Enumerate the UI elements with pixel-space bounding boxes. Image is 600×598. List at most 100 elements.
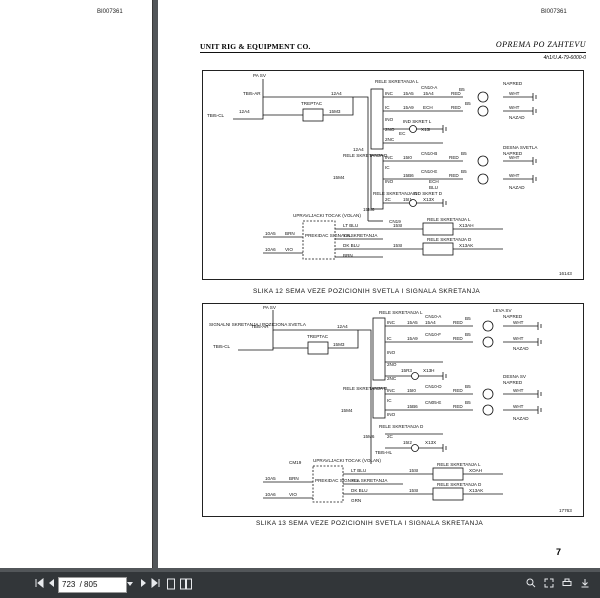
lbl-rele-l: RELE SKRETANJA L [375, 79, 419, 84]
lbl2-10a6: 10A6 [265, 492, 276, 497]
lbl2-wht3: WHT [513, 388, 524, 393]
lbl2-leva-sv: LEVA SV [493, 308, 512, 313]
lbl-15si: 15SI [393, 223, 402, 228]
lbl2-tbi5-hl: TBI5-HL [375, 450, 393, 455]
lbl-brn2: BRN [285, 231, 295, 236]
lbl-red3: RED [449, 155, 459, 160]
lbl2-rele-d: RELE SKRETANJA D [343, 386, 388, 391]
lbl-ic2: IC [385, 165, 390, 170]
lbl2-15a5: 15A5 [407, 320, 418, 325]
lbl-treptac: TREPTAC [301, 101, 323, 106]
lbl2-10a5: 10A5 [265, 476, 276, 481]
lbl-prekidac: PREKIDAC SIGNALA SKRETANJA [305, 233, 378, 238]
lbl-ic: IC [385, 105, 390, 110]
lbl2-pa-sv: PA SV [263, 305, 277, 310]
lbl2-inc2: INC [387, 388, 396, 393]
lbl-nazad: NAZAD [509, 115, 525, 120]
lbl-ind-skret-d: IND SKRET D [413, 191, 443, 196]
lbl2-ino2: INO [387, 412, 396, 417]
lbl-15i1: 15I1 [403, 197, 412, 202]
lbl-ind-skret-l: IND SKRET L [403, 119, 432, 124]
figure2-caption: SLIKA 13 SEMA VEZE POZICIONIH SVETLA I S… [256, 520, 484, 527]
lbl-b5d: B5 [461, 169, 467, 174]
lbl2-tbi5-ar: TBI5-AR [251, 324, 269, 329]
lbl2-rele-skr-d: RELE SKRETANJA D [437, 482, 482, 487]
lbl2-dk-blu: DK BLU [351, 488, 368, 493]
left-page: BI007361 [0, 0, 153, 568]
lbl2-15m3: 15M3 [333, 342, 345, 347]
lbl-red4: RED [449, 173, 459, 178]
lbl2-cn10-d: CN10-D [425, 384, 442, 389]
lbl-15m3: 15M3 [329, 109, 341, 114]
lbl-15m4: 15M4 [333, 175, 345, 180]
wiring-diagram-2-svg: PA SV SIGNALNI SKRETANJA I POZICIONA SVE… [209, 305, 572, 513]
lbl2-xoah: XOAH [469, 468, 482, 473]
lbl2-nazad2: NAZAD [513, 416, 529, 421]
lbl2-tbi5-cl: TBI5-CL [213, 344, 231, 349]
next-page-icon[interactable] [139, 578, 149, 592]
lbl-cn10-b: CN10-B [421, 151, 437, 156]
lbl-b5c: B5 [461, 151, 467, 156]
lbl-rele-d: RELE SKRETANJA D [343, 153, 388, 158]
lbl-wht: WHT [509, 91, 520, 96]
lbl-12a4: 12A4 [331, 91, 342, 96]
lbl2-napred2: NAPRED [503, 380, 523, 385]
two-page-view-icon[interactable] [179, 578, 193, 592]
prev-page-icon[interactable] [46, 578, 56, 592]
download-icon[interactable] [579, 578, 591, 592]
lbl2-b5b: B5 [465, 332, 471, 337]
lbl-2no: 2NO [385, 127, 395, 132]
lbl2-rele-d2: RELE SKRETANJA D [379, 424, 424, 429]
lbl-b5b: B5 [465, 101, 471, 106]
lbl-x13i: X13I [421, 127, 430, 132]
lbl2-napred: NAPRED [503, 314, 523, 319]
page-number-input[interactable]: 723 / 805 [58, 577, 127, 593]
lbl2-15i2: 15I2 [403, 440, 412, 445]
page-dropdown-icon[interactable] [126, 578, 134, 592]
page-total: / 805 [79, 580, 98, 589]
single-page-view-icon[interactable] [165, 578, 177, 592]
lbl-ino: INO [385, 117, 394, 122]
header-company: UNIT RIG & EQUIPMENT CO. [200, 42, 311, 51]
lbl2-cn10-f: CN10-F [425, 332, 441, 337]
lbl-inc2: INC [385, 155, 394, 160]
lbl-pa-sv: PA SV [253, 73, 267, 78]
lbl2-brn: BRN [289, 476, 299, 481]
fullscreen-icon[interactable] [543, 578, 555, 592]
lbl2-15b6: 15B6 [407, 404, 418, 409]
lbl-rele-skr-l: RELE SKRETANJA L [427, 217, 471, 222]
lbl2-red3: RED [453, 388, 463, 393]
right-page: BI007361 UNIT RIG & EQUIPMENT CO. OPREMA… [158, 0, 600, 568]
page-current: 723 [62, 580, 76, 589]
lbl2-b5d: B5 [465, 400, 471, 405]
page-number: 7 [556, 547, 562, 557]
lbl-ech: ECH [423, 105, 433, 110]
first-page-icon[interactable] [33, 577, 45, 592]
lbl2-x13x: X13X [425, 440, 436, 445]
lbl-upravljacki: UPRAVLJACKI TOCAK (VOLAN) [293, 213, 361, 218]
lbl2-red4: RED [453, 404, 463, 409]
lbl2-15m6: 15M6 [363, 434, 375, 439]
last-page-icon[interactable] [150, 577, 162, 592]
lbl-blu: BLU [429, 185, 438, 190]
lbl-ech2: ECH [429, 179, 439, 184]
lbl-inc: INC [385, 91, 394, 96]
lbl-12a4b: 12A4 [239, 109, 250, 114]
lbl-x13ak: X13AK [459, 243, 474, 248]
wiring-diagram-2: PA SV SIGNALNI SKRETANJA I POZICIONA SVE… [202, 303, 584, 517]
lbl2-b5: B5 [465, 316, 471, 321]
figure1-caption: SLIKA 12 SEMA VEZE POZICIONIH SVETLA I S… [253, 288, 481, 295]
lbl2-15a4: 15A4 [425, 320, 436, 325]
lbl-12a4c: 12A4 [353, 147, 364, 152]
zoom-out-icon[interactable] [525, 578, 537, 592]
lbl-rele-skr-d: RELE SKRETANJA D [427, 237, 472, 242]
lbl2-red: RED [453, 320, 463, 325]
lbl2-red2: RED [453, 336, 463, 341]
lbl-vio: VIO [285, 247, 293, 252]
lbl2-15r3: 15R3 [401, 368, 412, 373]
print-icon[interactable] [561, 578, 573, 592]
lbl2-b5c: B5 [465, 384, 471, 389]
lbl-cn10-e: CN10-E [421, 169, 437, 174]
lbl2-desna-sv: DESNA SV [503, 374, 527, 379]
lbl-rele-d2: RELE SKRETANJA D [373, 191, 418, 196]
